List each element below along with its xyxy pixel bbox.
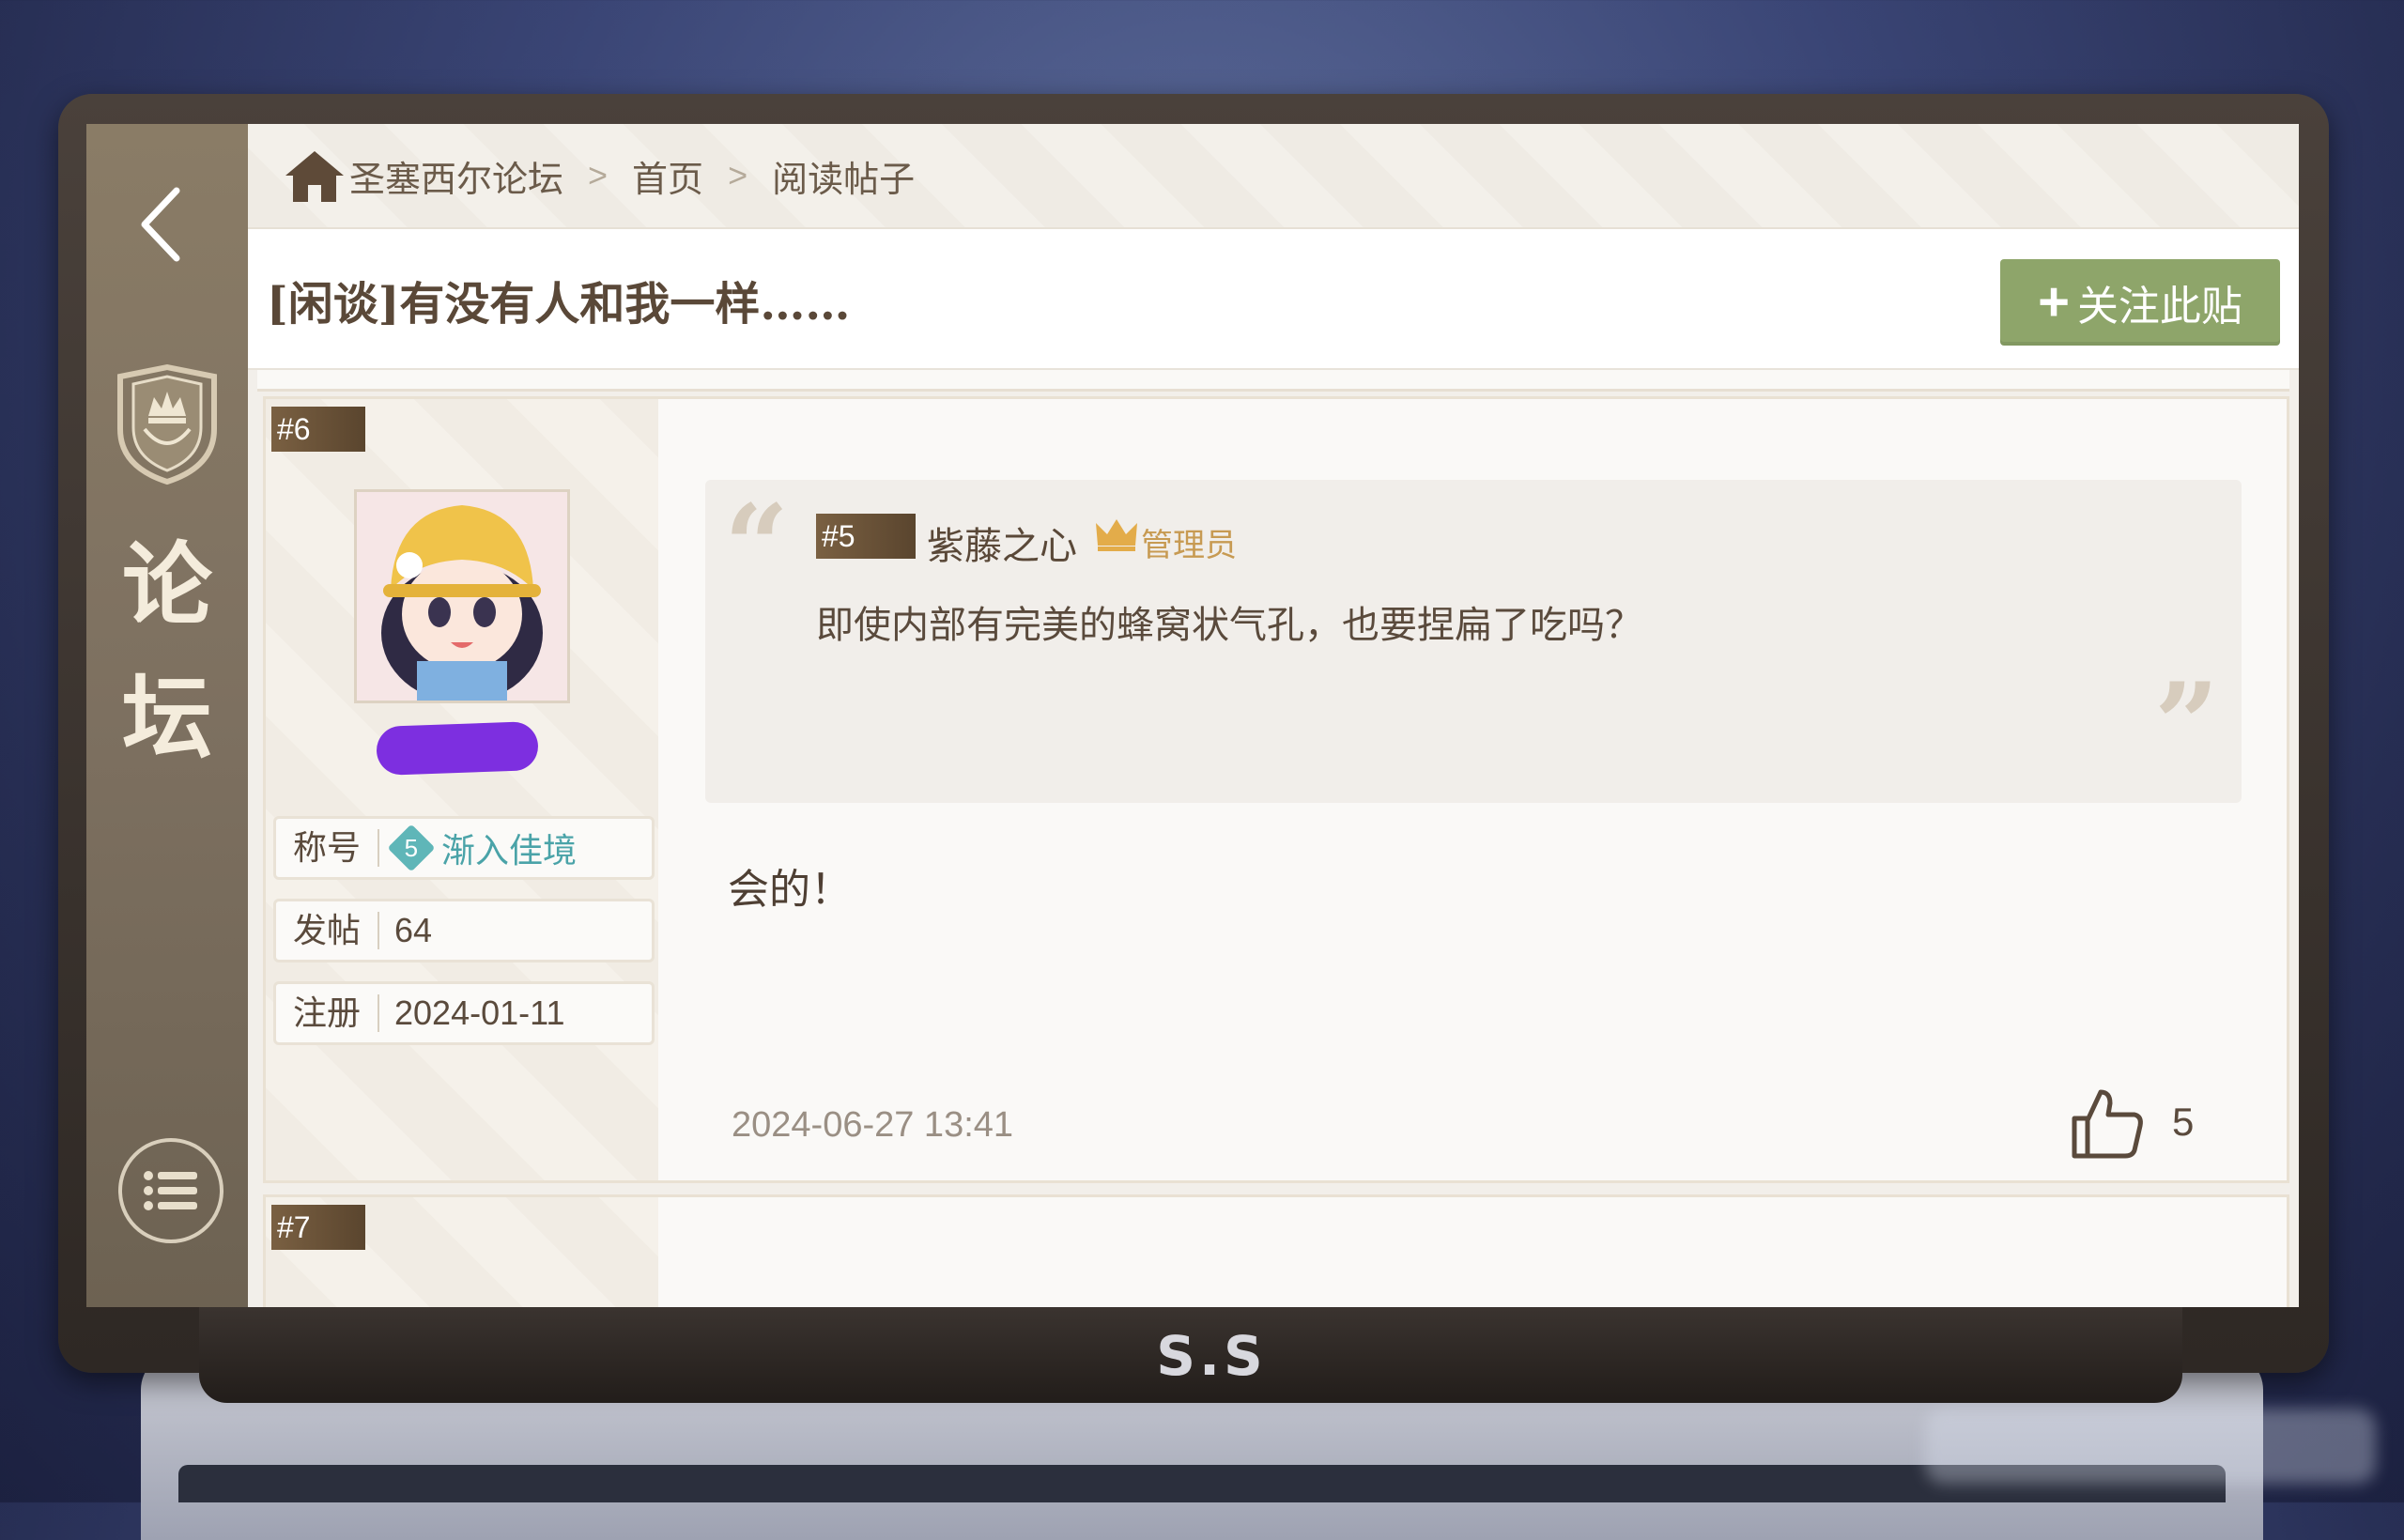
user-register-row: 注册 2024-01-11 bbox=[273, 981, 655, 1045]
breadcrumb-separator: > bbox=[588, 156, 609, 194]
post-content: 会的！ bbox=[728, 867, 852, 913]
crest-icon bbox=[117, 363, 217, 485]
post-item: #6 称号 5 渐入佳境 发帖 64 注册 2024-01-11 “ #5 紫藤… bbox=[263, 396, 2289, 1183]
thumbs-up-icon bbox=[2072, 1089, 2143, 1159]
quote-text: 即使内部有完美的蜂窝状气孔，也要捏扁了吃吗？ bbox=[816, 605, 1642, 646]
username-redacted bbox=[376, 721, 539, 776]
quote-username[interactable]: 紫藤之心 bbox=[927, 516, 1077, 570]
avatar[interactable] bbox=[354, 489, 570, 703]
user-posts-row: 发帖 64 bbox=[273, 899, 655, 962]
sidebar: 论 坛 bbox=[86, 124, 248, 1307]
floor-tag: #6 bbox=[271, 407, 365, 452]
laptop-keyboard bbox=[178, 1465, 2226, 1502]
like-count: 5 bbox=[2172, 1100, 2195, 1144]
menu-button[interactable] bbox=[118, 1138, 223, 1243]
home-icon bbox=[285, 151, 344, 202]
post-list[interactable]: #6 称号 5 渐入佳境 发帖 64 注册 2024-01-11 “ #5 紫藤… bbox=[248, 370, 2299, 1307]
user-posts-value: 64 bbox=[394, 911, 433, 949]
breadcrumb-current: 阅读帖子 bbox=[772, 160, 916, 200]
close-quote-icon: ” bbox=[2153, 658, 2219, 791]
open-quote-icon: “ bbox=[724, 480, 790, 612]
forum-screen: 论 坛 圣塞西尔论坛 > 首页 > 阅读帖子 [闲谈]有没有人和我一样…… + … bbox=[86, 124, 2299, 1307]
post-author-panel: #6 称号 5 渐入佳境 发帖 64 注册 2024-01-11 bbox=[266, 399, 658, 1180]
post-title: [闲谈]有没有人和我一样…… bbox=[267, 278, 851, 331]
post-timestamp: 2024-06-27 13:41 bbox=[732, 1105, 1014, 1145]
follow-post-button[interactable]: + 关注此贴 bbox=[2000, 259, 2280, 346]
avatar-image bbox=[357, 492, 567, 701]
user-title-text: 渐入佳境 bbox=[441, 831, 578, 870]
chevron-left-icon bbox=[141, 187, 180, 262]
post-title-bar: [闲谈]有没有人和我一样…… + 关注此贴 bbox=[248, 229, 2299, 370]
sidebar-title-char: 坛 bbox=[122, 665, 212, 771]
home-button[interactable] bbox=[282, 146, 349, 206]
user-title-label: 称号 bbox=[276, 829, 380, 867]
back-button[interactable] bbox=[128, 182, 193, 267]
brand-logo: S.S bbox=[1156, 1324, 1267, 1388]
sidebar-title-char: 论 bbox=[122, 531, 212, 638]
user-register-label: 注册 bbox=[276, 994, 380, 1032]
sidebar-title: 论 坛 bbox=[115, 518, 220, 785]
like-button[interactable] bbox=[2069, 1085, 2146, 1162]
floor-tag: #7 bbox=[271, 1205, 365, 1250]
quote-floor-tag: #5 bbox=[816, 514, 916, 559]
follow-post-label: 关注此贴 bbox=[2076, 284, 2242, 330]
list-icon bbox=[144, 1171, 197, 1210]
user-title-row: 称号 5 渐入佳境 bbox=[273, 816, 655, 880]
watermark bbox=[1925, 1409, 2376, 1484]
breadcrumb-separator: > bbox=[728, 156, 748, 194]
admin-role-label: 管理员 bbox=[1141, 528, 1237, 563]
previous-post-edge bbox=[257, 370, 2289, 392]
crown-icon bbox=[1096, 519, 1137, 551]
level-badge-icon: 5 bbox=[387, 824, 436, 872]
post-item: #7 bbox=[263, 1194, 2289, 1307]
post-author-panel: #7 bbox=[266, 1197, 658, 1307]
breadcrumb-forum[interactable]: 圣塞西尔论坛 bbox=[349, 150, 563, 202]
quote-block: “ #5 紫藤之心 管理员 即使内部有完美的蜂窝状气孔，也要捏扁了吃吗？ ” bbox=[705, 480, 2242, 803]
user-register-value: 2024-01-11 bbox=[394, 993, 565, 1032]
breadcrumb-home[interactable]: 首页 bbox=[632, 150, 703, 202]
plus-icon: + bbox=[2038, 271, 2070, 332]
user-posts-label: 发帖 bbox=[276, 912, 380, 949]
user-title-value: 5 渐入佳境 bbox=[379, 824, 577, 872]
breadcrumb: 圣塞西尔论坛 > 首页 > 阅读帖子 bbox=[248, 124, 2299, 229]
